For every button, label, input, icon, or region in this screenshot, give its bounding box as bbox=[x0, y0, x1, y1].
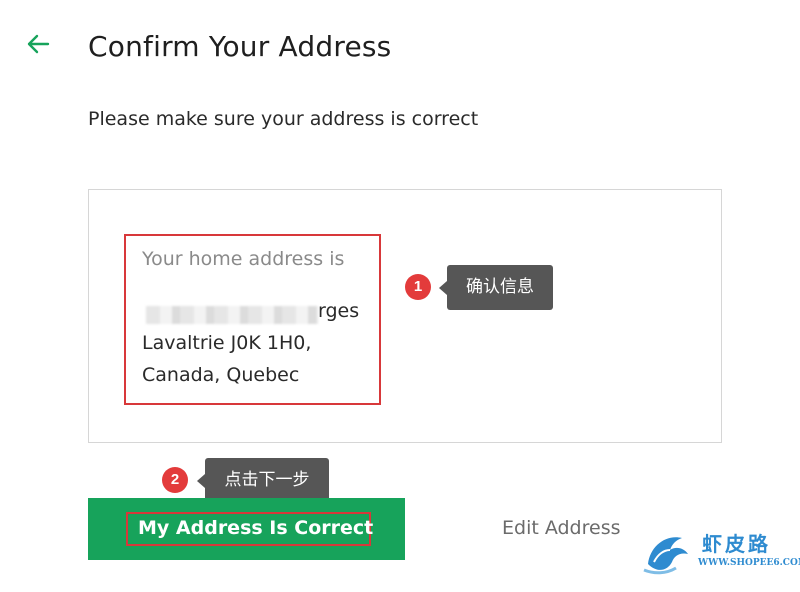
address-line-2: Lavaltrie J0K 1H0, bbox=[142, 332, 312, 354]
step-1-badge: 1 bbox=[405, 274, 431, 300]
step-1-tooltip: 确认信息 bbox=[439, 265, 553, 310]
edit-address-link[interactable]: Edit Address bbox=[502, 517, 621, 539]
back-arrow-icon[interactable] bbox=[24, 30, 52, 58]
address-line-1: rges bbox=[318, 300, 360, 322]
step-2-tooltip: 点击下一步 bbox=[197, 458, 329, 503]
watermark-name: 虾皮路 bbox=[702, 532, 771, 556]
step-2-badge: 2 bbox=[162, 467, 188, 493]
watermark: 虾皮路 WWW.SHOPEE6.COM bbox=[640, 524, 800, 580]
page-subtitle: Please make sure your address is correct bbox=[88, 108, 479, 130]
address-line-3: Canada, Quebec bbox=[142, 364, 300, 386]
page-title: Confirm Your Address bbox=[88, 30, 392, 63]
address-label: Your home address is bbox=[142, 248, 345, 270]
confirm-address-button-label[interactable]: My Address Is Correct bbox=[138, 517, 373, 539]
redacted-address-blur bbox=[146, 306, 318, 324]
watermark-url: WWW.SHOPEE6.COM bbox=[698, 558, 800, 568]
dragon-logo-icon bbox=[643, 537, 688, 575]
